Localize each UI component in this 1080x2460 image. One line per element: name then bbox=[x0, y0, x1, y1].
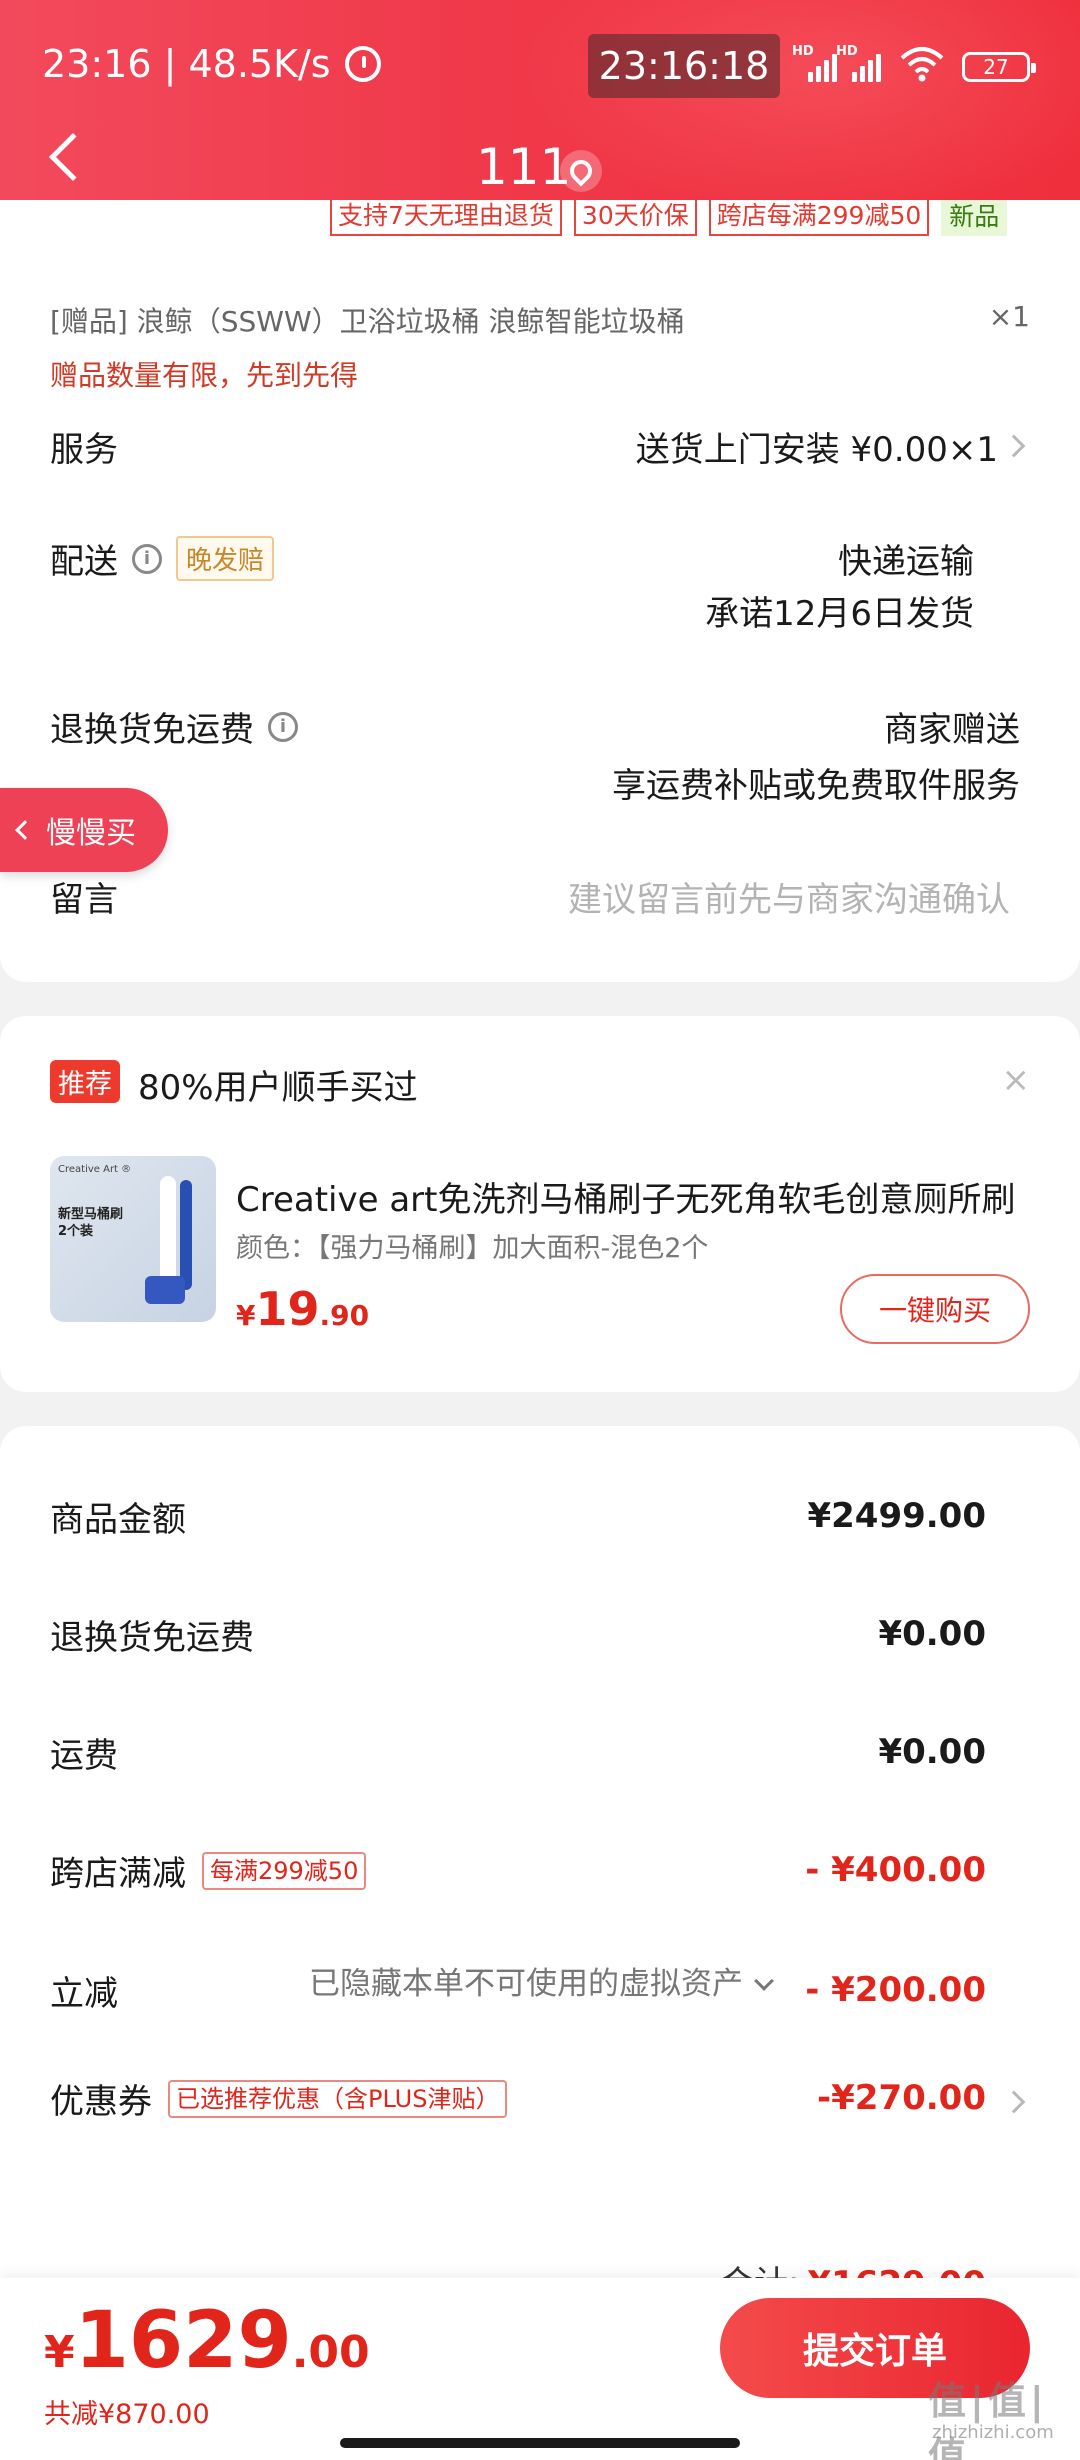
order-detail-card: 支持7天无理由退货 30天价保 跨店每满299减50 新品 [赠品] 浪鲸（SS… bbox=[0, 200, 1080, 982]
recommend-title: 80%用户顺手买过 bbox=[138, 1068, 418, 1108]
checkout-bar: ¥1629.00 共减¥870.00 提交订单 bbox=[0, 2278, 1080, 2460]
tag-7day-return: 支持7天无理由退货 bbox=[330, 200, 562, 236]
gift-note: 赠品数量有限，先到先得 bbox=[50, 359, 359, 392]
one-click-buy-button[interactable]: 一键购买 bbox=[840, 1274, 1030, 1344]
amount-value: ¥0.00 bbox=[878, 1732, 986, 1772]
product-name[interactable]: Creative art免洗剂马桶刷子无死角软毛创意厕所刷 bbox=[236, 1172, 1016, 1221]
amount-label: 优惠券 bbox=[50, 2082, 152, 2122]
gift-text: [赠品] 浪鲸（SSWW）卫浴垃圾桶 浪鲸智能垃圾桶 bbox=[50, 305, 685, 338]
product-thumbnail[interactable]: Creative Art ® 新型马桶刷 2个装 bbox=[50, 1156, 216, 1322]
amount-value: - ¥400.00 bbox=[805, 1850, 986, 1890]
status-left: 23:16 | 48.5K/s bbox=[42, 42, 381, 86]
signal-icon-1 bbox=[808, 48, 837, 82]
info-icon[interactable]: i bbox=[132, 543, 162, 574]
total-value: ¥1629.00 bbox=[807, 2264, 986, 2278]
amount-label-row: 商品金额 bbox=[50, 1492, 186, 1541]
price-yen: ¥ bbox=[236, 1299, 256, 1332]
thumb-text: 新型马桶刷 2个装 bbox=[58, 1207, 124, 1239]
pay-amount: ¥1629.00 bbox=[44, 2296, 370, 2386]
delivery-label: 配送 i 晚发赔 bbox=[50, 534, 275, 583]
return-shipping-value1: 商家赠送 bbox=[884, 710, 1020, 750]
hidden-assets-toggle[interactable]: 已隐藏本单不可使用的虚拟资产 bbox=[0, 1958, 1080, 2003]
slow-buy-label: 慢慢买 bbox=[46, 816, 136, 851]
slow-buy-float-button[interactable]: 慢慢买 bbox=[0, 788, 168, 872]
message-input[interactable]: 建议留言前先与商家沟通确认 bbox=[568, 872, 1010, 921]
close-icon[interactable]: × bbox=[1002, 1060, 1031, 1100]
location-icon[interactable] bbox=[560, 150, 602, 192]
site-watermark-url: zhizhizhi.com bbox=[932, 2422, 1054, 2443]
return-shipping-value2: 享运费补贴或免费取件服务 bbox=[612, 766, 1020, 806]
status-time-speed: 23:16 | 48.5K/s bbox=[42, 42, 331, 86]
alarm-icon bbox=[344, 46, 381, 82]
pay-dec: .00 bbox=[291, 2327, 370, 2378]
brush-image bbox=[180, 1180, 192, 1290]
tag-cross-store: 跨店每满299减50 bbox=[708, 200, 930, 236]
message-label: 留言 bbox=[50, 872, 118, 921]
gift-row: [赠品] 浪鲸（SSWW）卫浴垃圾桶 浪鲸智能垃圾桶 ×1 bbox=[50, 300, 1030, 340]
late-compensation-badge: 晚发赔 bbox=[176, 536, 275, 581]
chevron-right-icon[interactable] bbox=[1002, 2090, 1026, 2114]
product-price: ¥19.90 bbox=[236, 1282, 369, 1336]
chevron-down-icon bbox=[754, 1971, 774, 1991]
header-decoration bbox=[520, 0, 1080, 220]
delivery-promise: 承诺12月6日发货 bbox=[705, 594, 974, 634]
recommend-card: 推荐 80%用户顺手买过 × Creative Art ® 新型马桶刷 2个装 … bbox=[0, 1016, 1080, 1392]
amount-value: ¥0.00 bbox=[878, 1614, 986, 1654]
message-label-text: 留言 bbox=[50, 880, 118, 920]
amount-tag: 已选推荐优惠（含PLUS津贴） bbox=[168, 2079, 508, 2118]
service-label-text: 服务 bbox=[50, 430, 118, 470]
total-label: 合计: bbox=[720, 2264, 799, 2278]
brush-head-image bbox=[145, 1276, 185, 1304]
amount-label: 跨店满减 bbox=[50, 1854, 186, 1894]
service-label: 服务 bbox=[50, 422, 118, 471]
back-icon[interactable] bbox=[48, 132, 98, 182]
service-value[interactable]: 送货上门安装 ¥0.00×1 bbox=[636, 422, 998, 471]
battery-icon: 27 bbox=[962, 52, 1036, 82]
recommend-badge: 推荐 bbox=[50, 1060, 120, 1103]
chevron-left-icon bbox=[15, 820, 35, 840]
hidden-assets-text: 已隐藏本单不可使用的虚拟资产 bbox=[309, 1966, 743, 2002]
return-shipping-label-text: 退换货免运费 bbox=[50, 710, 254, 750]
total-saved: 共减¥870.00 bbox=[44, 2399, 210, 2430]
price-dec: .90 bbox=[319, 1299, 370, 1332]
tag-price-protect: 30天价保 bbox=[573, 200, 697, 236]
thumb-brand: Creative Art ® bbox=[58, 1164, 132, 1175]
price-int: 19 bbox=[255, 1282, 320, 1336]
pay-int: 1629 bbox=[74, 2296, 292, 2386]
chevron-right-icon[interactable] bbox=[1002, 434, 1026, 458]
page-title: 111 bbox=[476, 138, 572, 196]
signal-icon-2 bbox=[852, 48, 881, 82]
amount-label-row: 退换货免运费 bbox=[50, 1610, 254, 1659]
amount-label: 运费 bbox=[50, 1736, 118, 1776]
delivery-label-text: 配送 bbox=[50, 542, 118, 582]
info-icon[interactable]: i bbox=[268, 711, 298, 742]
gift-qty: ×1 bbox=[988, 300, 1030, 333]
status-clock: 23:16:18 bbox=[588, 34, 780, 98]
delivery-method[interactable]: 快递运输 bbox=[838, 534, 974, 583]
amount-tag: 每满299减50 bbox=[202, 1851, 367, 1890]
home-indicator[interactable] bbox=[340, 2438, 740, 2448]
amount-label: 商品金额 bbox=[50, 1500, 186, 1540]
battery-level: 27 bbox=[983, 55, 1009, 79]
tag-new: 新品 bbox=[941, 200, 1008, 236]
product-tags: 支持7天无理由退货 30天价保 跨店每满299减50 新品 bbox=[330, 200, 1008, 236]
amount-label-row: 跨店满减 每满299减50 bbox=[50, 1846, 367, 1895]
pay-yen: ¥ bbox=[44, 2327, 75, 2378]
return-shipping-label: 退换货免运费 i bbox=[50, 702, 298, 751]
product-spec: 颜色：【强力马桶刷】加大面积-混色2个 bbox=[236, 1233, 709, 1264]
amount-label: 退换货免运费 bbox=[50, 1618, 254, 1658]
amount-label-row[interactable]: 优惠券 已选推荐优惠（含PLUS津贴） bbox=[50, 2074, 508, 2123]
amount-label-row: 运费 bbox=[50, 1728, 118, 1777]
total-peek: 合计: ¥1629.00 bbox=[720, 2256, 986, 2278]
wifi-icon bbox=[900, 47, 944, 82]
site-watermark: 值|值|值 bbox=[928, 2379, 1048, 2460]
amount-value: ¥2499.00 bbox=[807, 1496, 986, 1536]
amount-value[interactable]: -¥270.00 bbox=[817, 2078, 986, 2118]
